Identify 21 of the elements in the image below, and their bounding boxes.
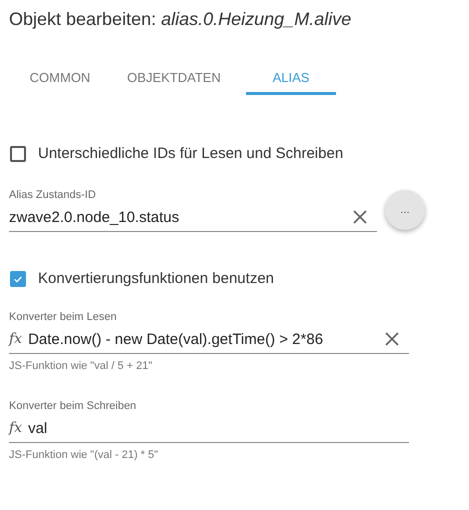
function-icon: fx xyxy=(9,420,22,436)
checkbox[interactable] xyxy=(10,270,26,286)
dialog-title: Objekt bearbeiten: alias.0.Heizung_M.alive xyxy=(9,8,352,31)
input-field[interactable]: fx Date.now() - new Date(val).getTime() > 2*86 xyxy=(9,325,409,354)
tab[interactable]: OBJEKTDATEN xyxy=(111,55,237,95)
helper-text: JS-Funktion wie "(val - 21) * 5" xyxy=(9,449,160,461)
field-label: Alias Zustands-ID xyxy=(9,188,97,202)
input-field[interactable]: fx val xyxy=(9,414,409,443)
field-label: Konverter beim Schreiben xyxy=(9,399,138,413)
tab[interactable]: COMMON xyxy=(9,55,111,95)
field-label: Konverter beim Lesen xyxy=(9,310,118,324)
checkbox-label: Konvertierungsfunktionen benutzen xyxy=(38,270,274,287)
checkbox[interactable] xyxy=(10,146,26,162)
browse-button[interactable]: ... xyxy=(385,190,425,230)
close-icon[interactable] xyxy=(385,332,399,346)
input-field[interactable]: zwave2.0.node_10.status xyxy=(9,203,377,232)
checkbox-label: Unterschiedliche IDs für Lesen und Schreiben xyxy=(38,145,344,162)
tab[interactable]: ALIAS xyxy=(246,55,336,95)
close-icon[interactable] xyxy=(353,210,367,224)
helper-text: JS-Funktion wie "val / 5 + 21" xyxy=(9,360,154,372)
function-icon: fx xyxy=(9,331,22,347)
